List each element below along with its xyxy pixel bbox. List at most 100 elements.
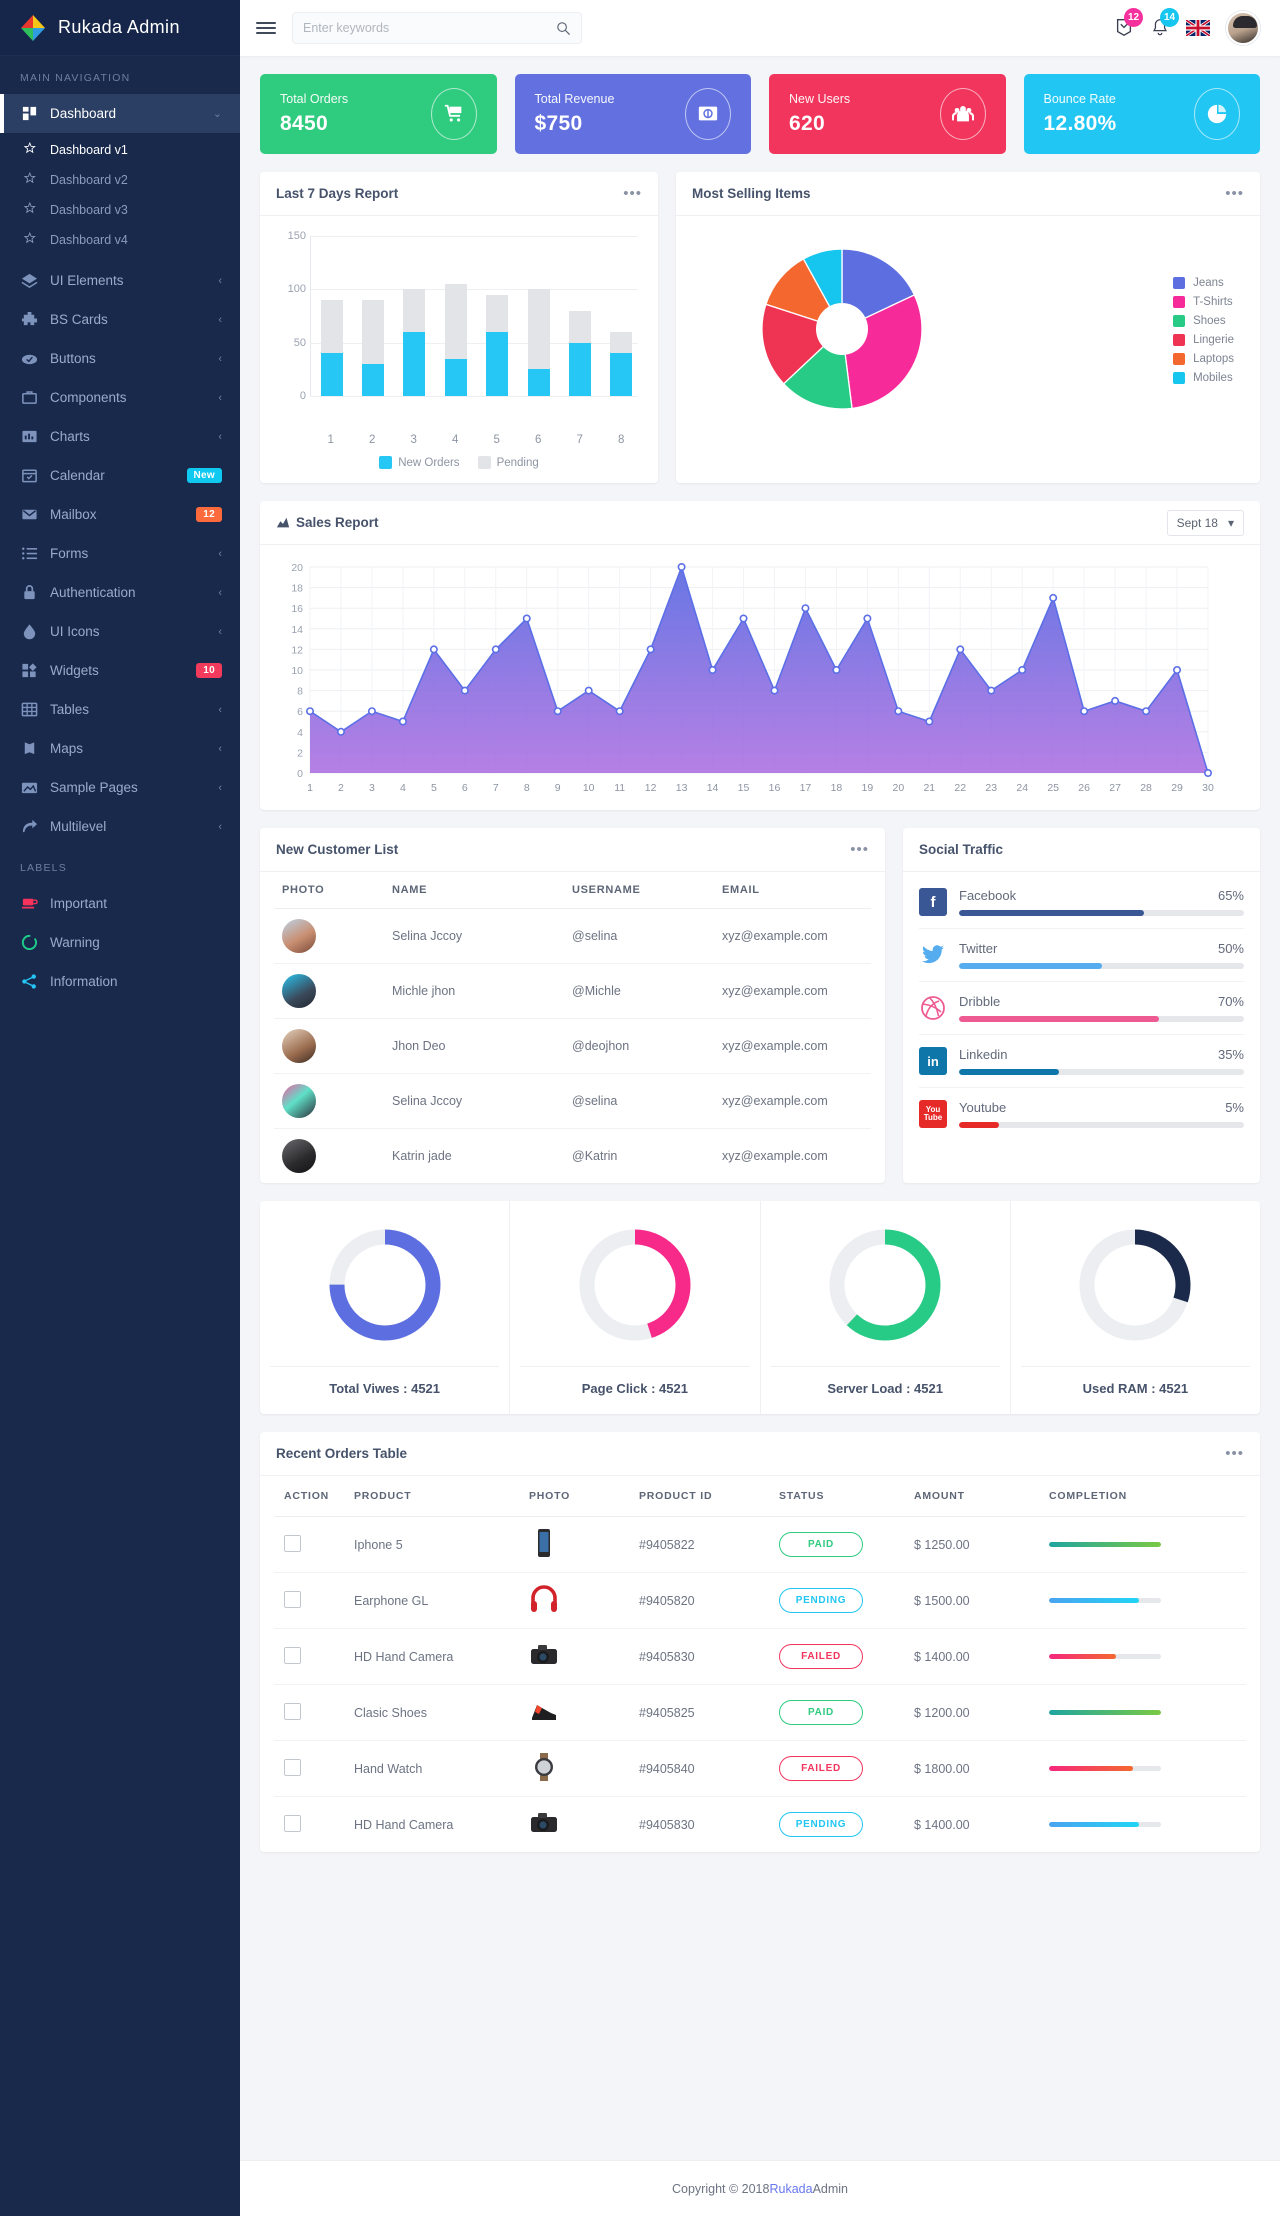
donut-gauge: [1079, 1229, 1191, 1341]
order-id: #9405830: [629, 1628, 769, 1685]
social-main: Twitter 50%: [959, 941, 1244, 969]
sidebar-item-label: Calendar: [50, 468, 105, 483]
sidebar-label-important[interactable]: Important: [0, 884, 240, 923]
area-chart-icon: [276, 517, 290, 527]
row-checkbox[interactable]: [284, 1646, 301, 1664]
sidebar-item-multilevel[interactable]: Multilevel ‹: [0, 807, 240, 846]
stat-card-total-orders[interactable]: Total Orders 8450: [260, 74, 497, 154]
stat-card-total-revenue[interactable]: Total Revenue $750: [514, 74, 751, 154]
sidebar-item-mailbox[interactable]: Mailbox 12: [0, 495, 240, 534]
sidebar-item-dashboard[interactable]: Dashboard ⌄: [0, 94, 240, 133]
new-customer-panel: New Customer List ••• PHOTO NAME USERNAME E…: [260, 828, 885, 1183]
sidebar-label-warning[interactable]: Warning: [0, 923, 240, 962]
completion-bar: [1049, 1766, 1161, 1771]
table-row[interactable]: Selina Jccoy @selina xyz@example.com: [274, 1073, 871, 1129]
order-status-cell: FAILED: [769, 1628, 904, 1685]
row-checkbox[interactable]: [284, 1590, 301, 1608]
sidebar-item-sample-pages[interactable]: Sample Pages ‹: [0, 768, 240, 807]
mail-icon[interactable]: 12: [1114, 7, 1143, 40]
donut-gauge: [329, 1229, 441, 1341]
x-tick-label: 9: [555, 782, 561, 794]
row-checkbox[interactable]: [284, 1534, 301, 1552]
table-icon: [21, 702, 37, 717]
more-icon[interactable]: •••: [1225, 186, 1244, 201]
diamond-logo-icon: [18, 13, 48, 43]
customer-email: xyz@example.com: [714, 1018, 871, 1074]
more-icon[interactable]: •••: [850, 842, 869, 857]
sidebar-item-label: Buttons: [50, 351, 96, 366]
table-row[interactable]: Katrin jade @Katrin xyz@example.com: [274, 1129, 871, 1184]
hamburger-icon[interactable]: [256, 22, 276, 34]
social-percent: 65%: [1217, 888, 1244, 903]
bar-column: [403, 236, 426, 396]
sidebar-label-information[interactable]: Information: [0, 962, 240, 1001]
panel-head: Social Traffic: [903, 828, 1260, 872]
row-checkbox[interactable]: [284, 1814, 301, 1832]
more-icon[interactable]: •••: [623, 186, 642, 201]
table-row[interactable]: HD Hand Camera #9405830 PENDING $ 1400.00: [274, 1797, 1246, 1853]
uk-flag-icon[interactable]: [1185, 18, 1211, 38]
brand[interactable]: Rukada Admin: [0, 0, 240, 56]
sidebar-subitem-dashboard-v3[interactable]: Dashboard v3: [0, 195, 240, 225]
table-row[interactable]: Selina Jccoy @selina xyz@example.com: [274, 908, 871, 964]
sidebar-item-ui-icons[interactable]: UI Icons ‹: [0, 612, 240, 651]
sidebar-item-calendar[interactable]: Calendar New: [0, 456, 240, 495]
sidebar-item-charts[interactable]: Charts ‹: [0, 417, 240, 456]
completion-fill: [1049, 1542, 1161, 1547]
sidebar-item-buttons[interactable]: Buttons ‹: [0, 339, 240, 378]
table-row[interactable]: Michle jhon @Michle xyz@example.com: [274, 963, 871, 1019]
legend-label: Pending: [496, 456, 539, 469]
column-header: PHOTO: [274, 872, 384, 909]
sidebar-subitem-dashboard-v1[interactable]: Dashboard v1: [0, 135, 240, 165]
x-tick-label: 16: [769, 782, 781, 794]
sidebar-item-maps[interactable]: Maps ‹: [0, 729, 240, 768]
sales-date-select[interactable]: Sept 18 ▾: [1166, 509, 1244, 536]
social-top: Youtube 5%: [959, 1100, 1244, 1115]
data-point: [553, 707, 562, 716]
x-tick-label: 29: [1171, 782, 1183, 794]
sidebar-item-ui-elements[interactable]: UI Elements ‹: [0, 261, 240, 300]
table-row[interactable]: Jhon Deo @deojhon xyz@example.com: [274, 1018, 871, 1074]
x-tick-label: 5: [431, 782, 437, 794]
data-point: [429, 645, 438, 654]
more-icon[interactable]: •••: [1225, 1446, 1244, 1461]
donut-gauge: [829, 1229, 941, 1341]
table-row[interactable]: HD Hand Camera #9405830 FAILED $ 1400.00: [274, 1628, 1246, 1685]
sidebar-subitem-dashboard-v2[interactable]: Dashboard v2: [0, 165, 240, 195]
status-badge: PAID: [779, 1700, 863, 1725]
stat-icon-circle: [939, 88, 986, 140]
sidebar-item-forms[interactable]: Forms ‹: [0, 534, 240, 573]
sidebar-item-components[interactable]: Components ‹: [0, 378, 240, 417]
column-header: STATUS: [769, 1476, 904, 1517]
completion-fill: [1049, 1710, 1161, 1715]
pie-legend-item: Mobiles: [1173, 371, 1234, 384]
stat-card-new-users[interactable]: New Users 620: [769, 74, 1006, 154]
bar-chart: 150 100 50 0: [276, 230, 642, 430]
customer-username: @selina: [564, 908, 714, 964]
sidebar-item-tables[interactable]: Tables ‹: [0, 690, 240, 729]
share-icon: [21, 974, 36, 989]
search-input[interactable]: [303, 21, 556, 35]
table-row[interactable]: Iphone 5 #9405822 PAID $ 1250.00: [274, 1516, 1246, 1573]
avatar[interactable]: [1226, 11, 1260, 45]
sidebar-subitem-dashboard-v4[interactable]: Dashboard v4: [0, 225, 240, 255]
stat-card-bounce-rate[interactable]: Bounce Rate 12.80%: [1023, 74, 1260, 154]
table-row[interactable]: Earphone GL #9405820 PENDING $ 1500.00: [274, 1572, 1246, 1629]
action-cell: [274, 1628, 344, 1685]
table-row[interactable]: Clasic Shoes #9405825 PAID $ 1200.00: [274, 1684, 1246, 1741]
copyright-brand[interactable]: Rukada: [769, 2182, 812, 2196]
sidebar-item-label: Mailbox: [50, 507, 97, 522]
search-box[interactable]: [292, 12, 582, 44]
social-top: Twitter 50%: [959, 941, 1244, 956]
data-point: [522, 614, 531, 623]
panel-title: Sales Report: [276, 515, 1167, 530]
row-checkbox[interactable]: [284, 1758, 301, 1776]
sidebar-item-authentication[interactable]: Authentication ‹: [0, 573, 240, 612]
sidebar-item-widgets[interactable]: Widgets 10: [0, 651, 240, 690]
cloud-check-icon: [20, 350, 38, 367]
sidebar-item-bs-cards[interactable]: BS Cards ‹: [0, 300, 240, 339]
bell-icon[interactable]: 14: [1150, 7, 1179, 40]
table-row[interactable]: Hand Watch #9405840 FAILED $ 1800.00: [274, 1740, 1246, 1797]
completion-bar: [1049, 1654, 1161, 1659]
row-checkbox[interactable]: [284, 1702, 301, 1720]
